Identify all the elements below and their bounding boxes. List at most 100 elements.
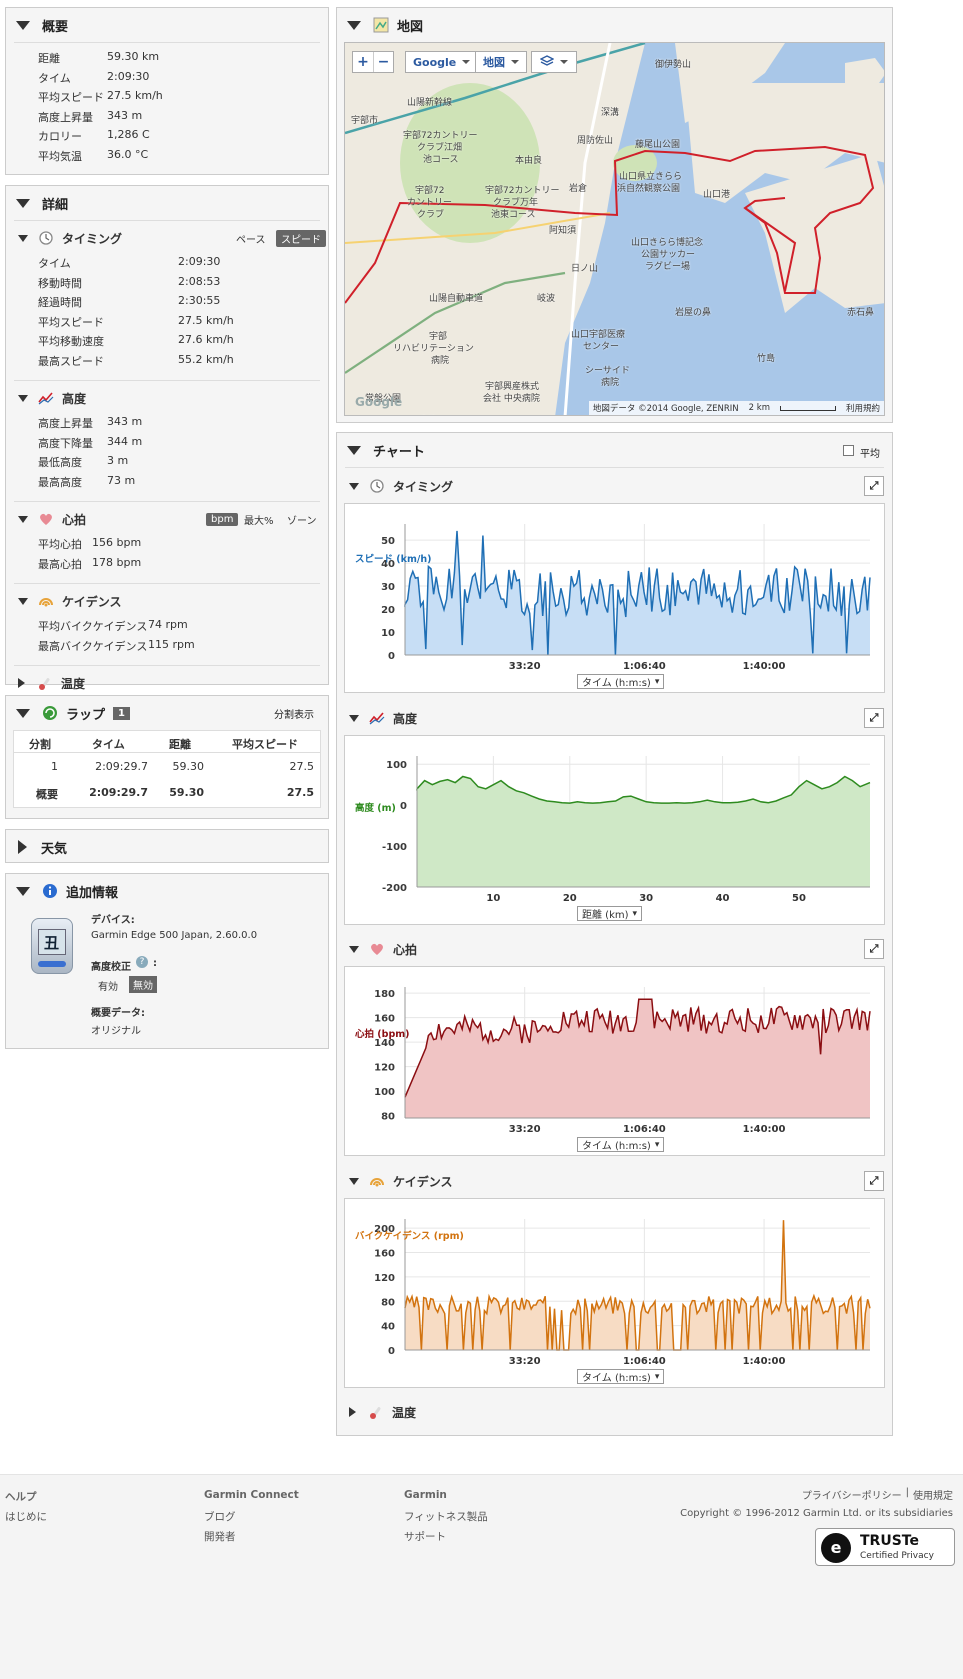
y-tick-label: 10	[381, 628, 395, 639]
cadence-icon	[38, 593, 54, 609]
lap-icon	[42, 705, 58, 721]
table-row[interactable]: 1 2:09:29.7 59.30 27.5	[14, 753, 320, 781]
x-tick-label: 40	[716, 893, 730, 904]
lap-time: 2:09:29.7	[95, 760, 148, 773]
stat-row: カロリー 1,286 C	[6, 128, 328, 148]
stat-label: 平均気温	[38, 149, 82, 163]
expand-chart-icon[interactable]: ⤢	[864, 708, 884, 728]
hr-chart-header[interactable]: 心拍 ⤢	[337, 932, 892, 966]
zone-toggle[interactable]: ゾーン	[287, 512, 317, 527]
footer-link-fitness[interactable]: フィットネス製品	[404, 1509, 488, 1524]
laps-table: 分割 タイム 距離 平均スピード 1 2:09:29.7 59.30 27.5 …	[13, 730, 321, 808]
footer-link-developers[interactable]: 開発者	[204, 1529, 236, 1544]
details-title: 詳細	[42, 197, 69, 213]
lap-avg-speed: 27.5	[289, 760, 315, 773]
info-header[interactable]: 追加情報	[6, 874, 328, 908]
stat-row: 最高バイクケイデンス 115 rpm	[6, 638, 328, 658]
layers-dropdown[interactable]	[531, 51, 577, 73]
average-checkbox[interactable]	[843, 445, 854, 456]
correction-on-toggle[interactable]: 有効	[98, 978, 118, 993]
map-view[interactable]: 宇部市 山陽新幹線 宇部72カントリー クラブ江畑 池コース 宇部72 カントリー クラブ 宇部…	[344, 42, 885, 416]
terms-of-use-link[interactable]: 使用規定	[913, 1487, 953, 1502]
cadence-title: ケイデンス	[62, 594, 122, 609]
stat-value: 2:30:55	[178, 294, 221, 307]
expand-chart-icon[interactable]: ⤢	[864, 1171, 884, 1191]
charts-panel: チャート 平均 タイミング ⤢ 33:20 1:06:40 1:40:00 0 10 20…	[336, 432, 893, 1436]
stat-label: 高度上昇量	[38, 417, 93, 430]
charts-title: チャート	[373, 444, 425, 460]
footer-link-support[interactable]: サポート	[404, 1529, 446, 1544]
stat-value: 27.5 km/h	[107, 89, 163, 102]
col-split[interactable]: 分割	[29, 736, 51, 752]
zoom-in-button[interactable]: +	[353, 52, 373, 72]
cadence-x-axis-select[interactable]: タイム (h:m:s) ▾	[577, 1369, 665, 1384]
thermometer-icon	[368, 1404, 384, 1420]
expand-icon	[349, 1407, 356, 1417]
map-place-label: 会社 中央病院	[483, 394, 540, 404]
cadence-chart-title: ケイデンス	[393, 1174, 453, 1189]
footer-link-blog[interactable]: ブログ	[204, 1509, 236, 1524]
col-distance[interactable]: 距離	[169, 736, 191, 752]
summary-header[interactable]: 概要	[6, 8, 328, 42]
stat-value: 156 bpm	[92, 536, 142, 549]
truste-badge[interactable]: e TRUSTe Certified Privacy	[815, 1528, 955, 1566]
charts-header[interactable]: チャート 平均	[337, 433, 892, 467]
stat-row: 最高スピード 55.2 km/h	[6, 353, 328, 373]
map-provider-dropdown[interactable]: Google	[405, 51, 479, 73]
elevation-title: 高度	[62, 391, 87, 406]
help-icon[interactable]: ?	[136, 956, 148, 968]
x-tick-label: 1:40:00	[743, 1356, 786, 1367]
map-type-dropdown[interactable]: 地図	[475, 51, 527, 73]
hr-title: 心拍	[62, 512, 87, 527]
collapse-icon	[18, 394, 28, 402]
correction-off-toggle[interactable]: 無効	[129, 976, 157, 993]
timing-list: タイム 2:09:30 移動時間 2:08:53 経過時間 2:30:55 平均スピード 27…	[6, 255, 328, 372]
temperature-chart-title: 温度	[392, 1405, 417, 1420]
bpm-toggle[interactable]: bpm	[206, 512, 239, 526]
y-tick-label: 20	[381, 605, 395, 616]
hr-list: 平均心拍 156 bpm 最高心拍 178 bpm	[6, 536, 328, 575]
footer-help-heading: ヘルプ	[5, 1491, 37, 1503]
elevation-header[interactable]: 高度	[6, 381, 328, 415]
col-avg-speed[interactable]: 平均スピード	[232, 736, 298, 752]
speed-toggle[interactable]: スピード	[276, 229, 326, 247]
cadence-list: 平均バイクケイデンス 74 rpm 最高バイクケイデンス 115 rpm	[6, 618, 328, 657]
weather-header[interactable]: 天気	[6, 830, 328, 864]
details-header[interactable]: 詳細	[6, 186, 328, 220]
privacy-policy-link[interactable]: プライバシーポリシー	[802, 1487, 902, 1502]
map-header[interactable]: 地図	[337, 8, 892, 42]
zoom-out-button[interactable]: −	[373, 52, 393, 72]
collapse-icon	[349, 482, 359, 490]
hr-x-axis-select[interactable]: タイム (h:m:s) ▾	[577, 1137, 665, 1152]
x-axis-select-label: 距離 (km)	[582, 910, 629, 921]
truste-logo-icon: e	[821, 1533, 851, 1563]
footer-link-getting-started[interactable]: はじめに	[5, 1509, 47, 1524]
details-panel: 詳細 タイミング ペース スピード タイム 2:09:30 移動時間 2:08:53 経…	[5, 185, 329, 691]
stat-value: 343 m	[107, 108, 143, 122]
y-tick-label: 100	[386, 760, 407, 771]
elevation-chart-header[interactable]: 高度 ⤢	[337, 701, 892, 735]
map-terms-link[interactable]: 利用規約	[846, 402, 880, 414]
map-place-label: 岩屋の鼻	[675, 308, 712, 318]
expand-chart-icon[interactable]: ⤢	[864, 939, 884, 959]
elevation-x-axis-select[interactable]: 距離 (km) ▾	[577, 906, 643, 921]
hr-header[interactable]: 心拍 bpm 最大% ゾーン	[6, 502, 328, 536]
cadence-header[interactable]: ケイデンス	[6, 584, 328, 618]
split-view-link[interactable]: 分割表示	[274, 706, 314, 721]
temperature-chart-header[interactable]: 温度	[337, 1395, 892, 1429]
hr-chart-title: 心拍	[393, 942, 418, 957]
stat-row: 平均スピード 27.5 km/h	[6, 314, 328, 334]
expand-chart-icon[interactable]: ⤢	[864, 476, 884, 496]
cadence-chart-header[interactable]: ケイデンス ⤢	[337, 1164, 892, 1198]
speed-x-axis-select[interactable]: タイム (h:m:s) ▾	[577, 674, 665, 689]
laps-header[interactable]: ラップ 1 分割表示	[6, 696, 328, 730]
y-tick-label: 0	[388, 1346, 395, 1357]
col-time[interactable]: タイム	[92, 736, 125, 752]
timing-header[interactable]: タイミング ペース スピード	[6, 221, 328, 255]
timing-title: タイミング	[62, 231, 123, 246]
pace-toggle[interactable]: ペース	[236, 231, 266, 246]
y-tick-label: 80	[381, 1297, 395, 1308]
timing-chart-header[interactable]: タイミング ⤢	[337, 469, 892, 503]
y-tick-label: 0	[388, 651, 395, 662]
max-percent-toggle[interactable]: 最大%	[244, 512, 274, 527]
